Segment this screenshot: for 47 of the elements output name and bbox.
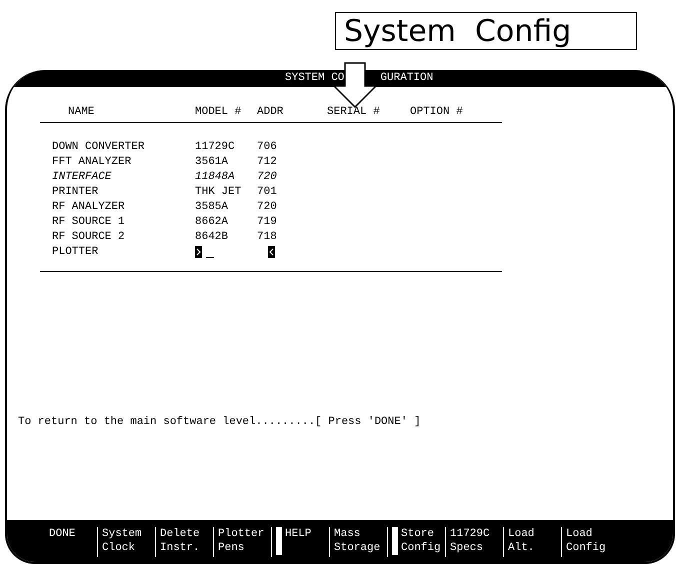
table-cell-text: 3585A — [195, 200, 230, 212]
table-cell-text: 701 — [257, 186, 278, 198]
marker-bar — [276, 527, 282, 555]
table-cell-text: FFT ANALYZER — [51, 156, 132, 168]
softkey[interactable]: Load Alt. — [503, 527, 561, 557]
table-cell-text: 11729C — [195, 140, 236, 152]
instruction-text: To return to the main software level.........[ Press 'DONE' ] — [18, 416, 422, 428]
table-cell-text: 11848A — [195, 170, 236, 182]
callout-label: System Config — [335, 12, 637, 50]
table-cell-text: 719 — [257, 216, 278, 228]
table-cell-text: 718 — [257, 230, 278, 242]
table-cell-text: INTERFACE — [51, 170, 112, 182]
screen-title: GURATION — [380, 71, 434, 86]
marker-bar — [392, 527, 398, 555]
table-cell-text: RF SOURCE 1 — [51, 216, 126, 228]
table-cell-text: 8642B — [195, 230, 230, 242]
softkey[interactable]: Mass Storage — [329, 527, 387, 557]
table-cell-text: RF ANALYZER — [51, 200, 126, 212]
softkey[interactable]: Plotter Pens — [213, 527, 271, 557]
input-field[interactable] — [195, 245, 275, 258]
table-cell-text: 3561A — [195, 156, 230, 168]
table-cell-text: 720 — [257, 200, 278, 212]
table-cell-text: 706 — [257, 140, 278, 152]
softkey[interactable]: Load Config — [561, 527, 619, 557]
softkey[interactable]: 11729C Specs — [445, 527, 503, 557]
table-cell-text: 8662A — [195, 216, 230, 228]
column-header: NAME — [67, 106, 96, 118]
table-cell-text: 712 — [257, 156, 278, 168]
column-header: MODEL # — [195, 106, 242, 118]
right-marker-icon — [195, 246, 202, 258]
screen-title: SYSTEM CO — [285, 71, 344, 86]
left-marker-icon — [268, 246, 275, 258]
softkey[interactable]: System Clock — [97, 527, 155, 557]
text-cursor — [206, 257, 214, 258]
table-cell-text: RF SOURCE 2 — [51, 230, 126, 242]
softkey[interactable]: DONE — [45, 527, 97, 557]
softkey[interactable]: HELP — [271, 527, 329, 557]
column-header: OPTION # — [410, 106, 463, 118]
table-cell-text: PRINTER — [51, 186, 100, 198]
table-cell-text: DOWN CONVERTER — [51, 140, 146, 152]
column-header: SERIAL # — [327, 106, 381, 118]
column-header: ADDR — [257, 106, 284, 118]
table-cell-text: PLOTTER — [51, 246, 100, 258]
table-cell-text: 720 — [257, 170, 278, 182]
softkey[interactable]: Delete Instr. — [155, 527, 213, 557]
softkey[interactable]: Store Config — [387, 527, 445, 557]
table-cell-text: THK JET — [195, 186, 242, 198]
